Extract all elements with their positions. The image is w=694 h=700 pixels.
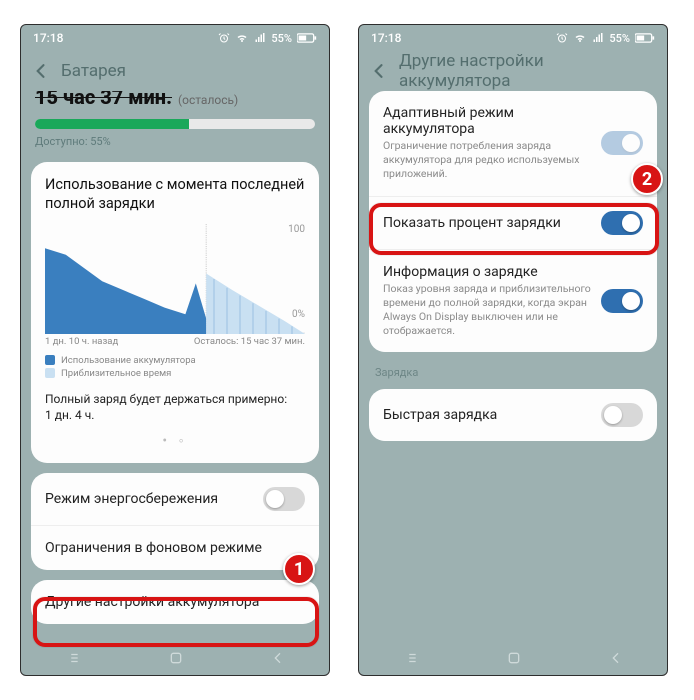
row-fast-charging[interactable]: Быстрая зарядка xyxy=(369,389,657,441)
bg-limits-label: Ограничения в фоновом режиме xyxy=(45,540,305,556)
x-left-label: 1 дн. 10 ч. назад xyxy=(45,336,118,347)
status-bar: 17:18 55% xyxy=(359,25,667,51)
full-est-label: Полный заряд будет держаться примерно: xyxy=(45,391,305,408)
nav-recents-icon[interactable] xyxy=(64,651,82,665)
app-header: Батарея xyxy=(21,51,329,91)
remaining-time: 15 час 37 мин. xyxy=(35,91,172,109)
alarm-icon xyxy=(218,32,230,44)
row-bg-limits[interactable]: Ограничения в фоновом режиме xyxy=(31,525,319,570)
badge-1-text: 1 xyxy=(294,559,304,580)
battery-bar-fill xyxy=(35,119,189,129)
signal-icon xyxy=(592,32,604,44)
adaptive-title: Адаптивный режим аккумулятора xyxy=(383,105,601,137)
power-saving-label: Режим энергосбережения xyxy=(45,491,263,507)
status-battery-text: 55% xyxy=(609,32,630,45)
usage-title: Использование с момента последней полной… xyxy=(45,176,305,214)
remaining-label: (осталось) xyxy=(178,93,238,107)
power-saving-toggle[interactable] xyxy=(263,487,305,511)
nav-bar xyxy=(359,641,667,675)
status-time: 17:18 xyxy=(33,31,63,45)
power-settings-card: Режим энергосбережения Ограничения в фон… xyxy=(31,473,319,570)
x-right-label: Осталось: 15 час 37 мин. xyxy=(194,336,305,347)
usage-card[interactable]: Использование с момента последней полной… xyxy=(31,162,319,463)
nav-home-icon[interactable] xyxy=(506,650,522,666)
wifi-icon xyxy=(573,32,587,44)
show-pct-toggle[interactable] xyxy=(601,211,643,235)
battery-bar-track xyxy=(35,119,315,129)
fast-charge-toggle[interactable] xyxy=(601,403,643,427)
show-pct-label: Показать процент зарядки xyxy=(383,215,601,231)
adaptive-sub: Ограничение потребления заряда аккумулят… xyxy=(383,139,601,182)
legend-est: Приблизительное время xyxy=(61,368,171,379)
nav-bar xyxy=(21,641,329,675)
app-header: Другие настройки аккумулятора xyxy=(359,51,667,91)
row-charge-info[interactable]: Информация о зарядке Показ уровня заряда… xyxy=(369,249,657,353)
badge-1: 1 xyxy=(283,553,315,585)
row-adaptive-battery[interactable]: Адаптивный режим аккумулятора Ограничени… xyxy=(369,91,657,196)
charge-info-sub: Показ уровня заряда и приблизительного в… xyxy=(383,282,601,339)
full-charge-estimate: Полный заряд будет держаться примерно: 1… xyxy=(45,391,305,425)
battery-icon xyxy=(297,33,317,43)
chart-legend: Использование аккумулятора Приблизительн… xyxy=(45,355,305,379)
alarm-icon xyxy=(556,32,568,44)
available-label: Доступно: 55% xyxy=(31,135,319,152)
row-more-battery-settings[interactable]: Другие настройки аккумулятора xyxy=(31,580,319,624)
fast-charge-label: Быстрая зарядка xyxy=(383,407,601,423)
more-settings-card: Другие настройки аккумулятора xyxy=(31,580,319,624)
battery-usage-chart: 100 0% xyxy=(45,224,305,334)
ytick-0: 0% xyxy=(292,309,305,320)
status-bar: 17:18 55% xyxy=(21,25,329,51)
status-battery-text: 55% xyxy=(271,32,292,45)
back-icon[interactable] xyxy=(369,61,389,81)
header-title: Другие настройки аккумулятора xyxy=(399,51,657,91)
nav-recents-icon[interactable] xyxy=(402,651,420,665)
row-power-saving[interactable]: Режим энергосбережения xyxy=(31,473,319,525)
back-icon[interactable] xyxy=(31,61,51,81)
legend-used: Использование аккумулятора xyxy=(61,355,196,366)
adaptive-toggle[interactable] xyxy=(601,131,643,155)
nav-home-icon[interactable] xyxy=(168,650,184,666)
battery-icon xyxy=(635,33,655,43)
wifi-icon xyxy=(235,32,249,44)
badge-2-text: 2 xyxy=(642,169,652,190)
badge-2: 2 xyxy=(631,163,663,195)
adaptive-card: Адаптивный режим аккумулятора Ограничени… xyxy=(369,91,657,352)
full-est-value: 1 дн. 4 ч. xyxy=(45,407,305,424)
charging-card: Быстрая зарядка xyxy=(369,389,657,441)
remaining-block: 15 час 37 мин. (осталось) Доступно: 55% xyxy=(31,91,319,152)
header-title: Батарея xyxy=(61,61,126,81)
phone-left: 17:18 55% Батарея 15 час 37 мин. xyxy=(20,24,330,676)
nav-back-icon[interactable] xyxy=(608,650,624,666)
page-indicator[interactable]: • ◦ xyxy=(45,432,305,449)
charge-info-title: Информация о зарядке xyxy=(383,264,601,280)
ytick-100: 100 xyxy=(288,224,305,235)
nav-back-icon[interactable] xyxy=(270,650,286,666)
row-show-percentage[interactable]: Показать процент зарядки xyxy=(369,196,657,249)
phone-right: 17:18 55% Другие настройки аккумулятора … xyxy=(358,24,668,676)
charge-info-toggle[interactable] xyxy=(601,289,643,313)
signal-icon xyxy=(254,32,266,44)
more-battery-label: Другие настройки аккумулятора xyxy=(45,594,305,610)
status-time: 17:18 xyxy=(371,31,401,45)
section-charging: Зарядка xyxy=(369,362,657,379)
